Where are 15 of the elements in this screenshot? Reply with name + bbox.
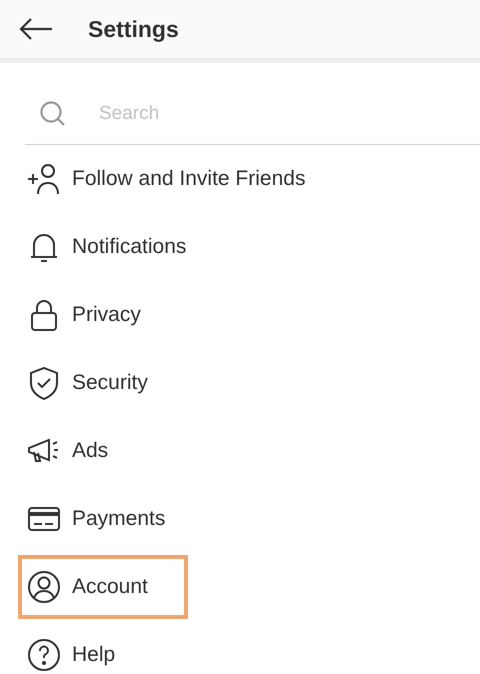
settings-item[interactable]: Payments <box>18 487 206 551</box>
back-arrow-icon[interactable] <box>18 17 54 41</box>
settings-item[interactable]: Help <box>18 623 156 674</box>
person-circle-icon <box>26 569 62 605</box>
settings-item[interactable]: Ads <box>18 419 148 483</box>
settings-item[interactable]: Notifications <box>18 215 226 279</box>
settings-item[interactable]: Privacy <box>18 283 181 347</box>
settings-item[interactable]: Account <box>18 555 188 619</box>
search-icon <box>39 100 67 128</box>
add-person-icon <box>26 161 62 197</box>
question-icon <box>26 637 62 673</box>
search-field[interactable]: Search <box>97 102 401 126</box>
page-title: Settings <box>88 16 179 42</box>
settings-item[interactable]: Follow and Invite Friends <box>18 147 346 211</box>
settings-item[interactable]: Security <box>18 351 188 415</box>
